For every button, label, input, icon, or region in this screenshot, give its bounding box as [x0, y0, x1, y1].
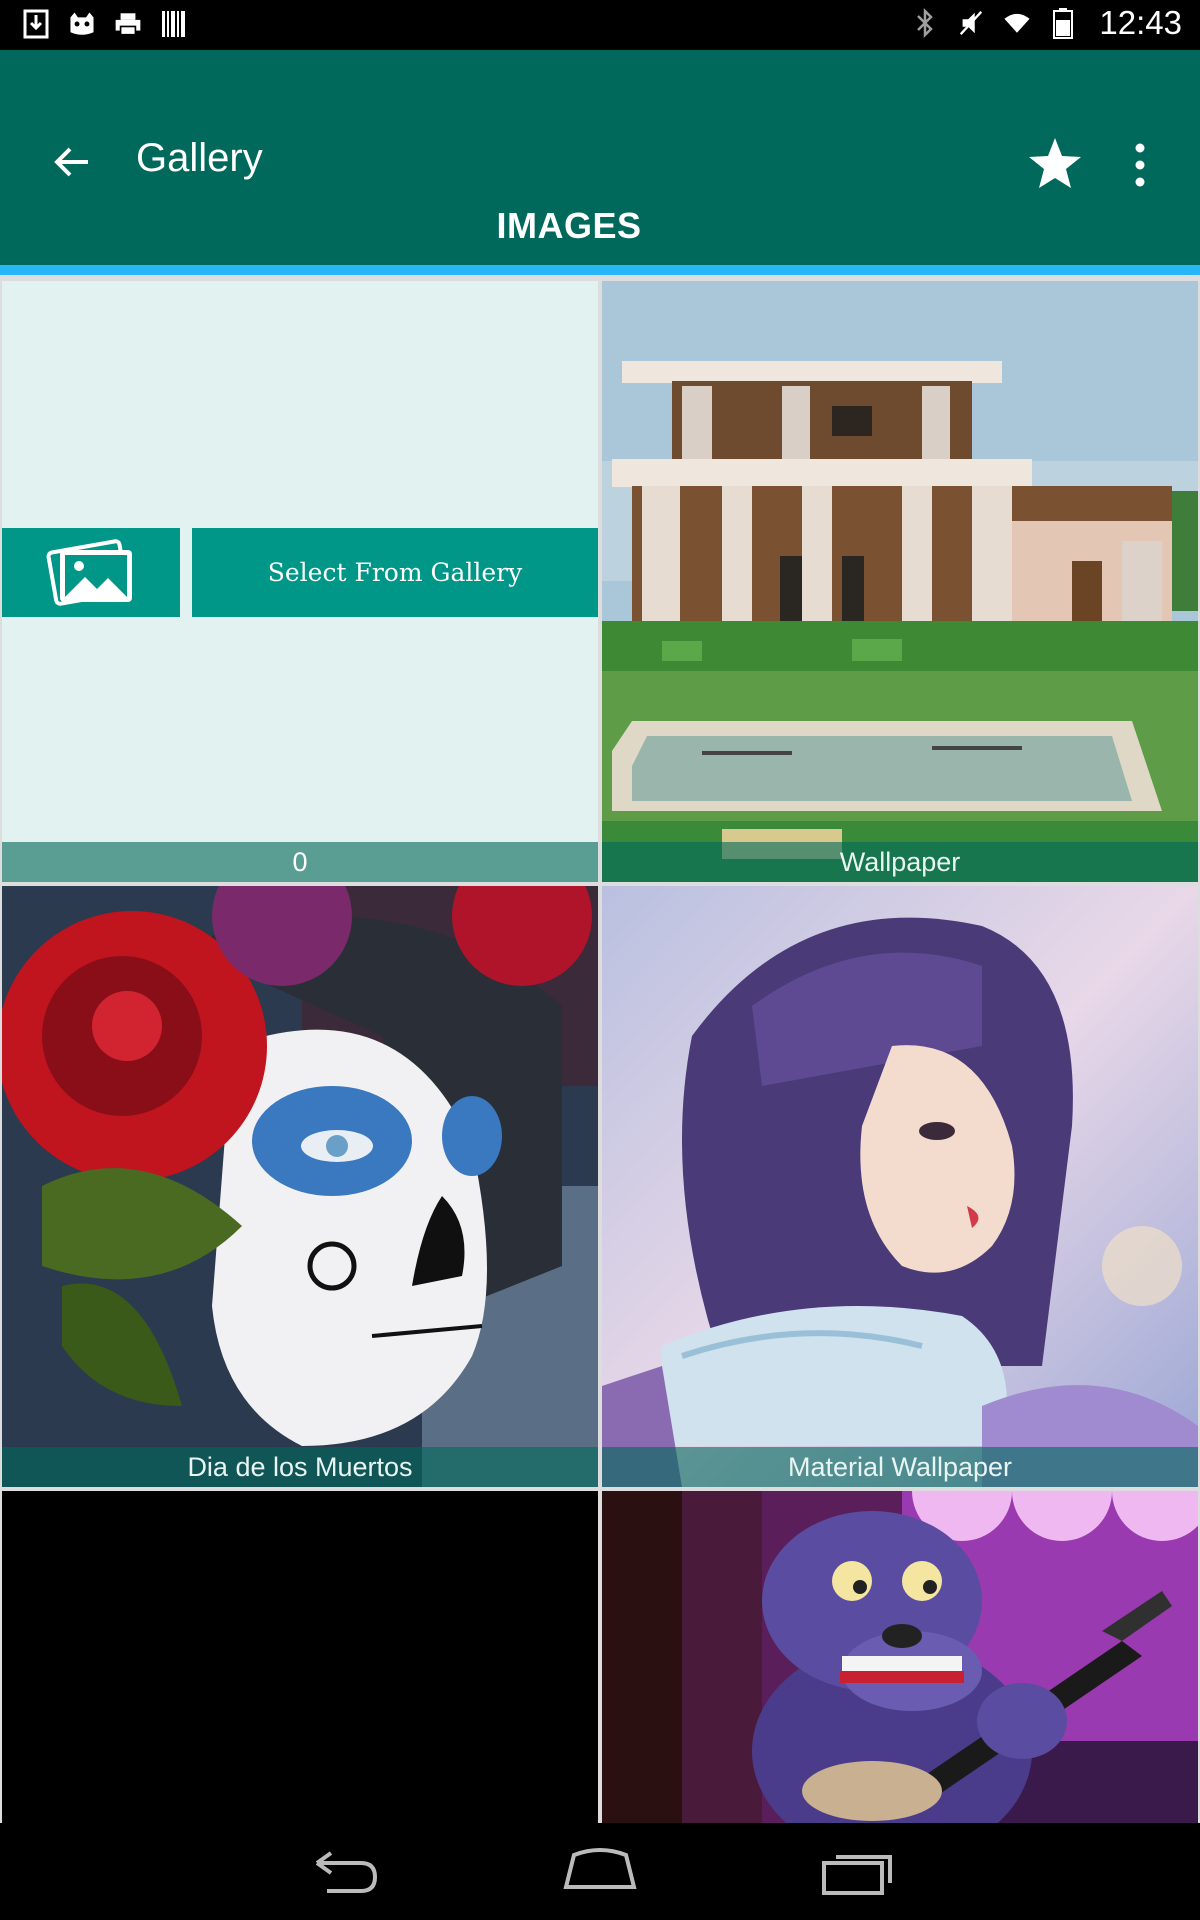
navigation-bar [0, 1823, 1200, 1920]
clock: 12:43 [1099, 4, 1182, 41]
back-arrow-icon[interactable] [48, 138, 98, 188]
printer-icon [114, 8, 142, 40]
gallery-tile-blank[interactable] [2, 1491, 598, 1823]
download-icon [22, 8, 50, 40]
photos-icon [46, 539, 132, 606]
back-icon[interactable] [303, 1843, 383, 1899]
status-bar: 12:43 [0, 0, 1200, 50]
image-grid: Select From Gallery 0 Wallpaper Dia de l… [0, 275, 1200, 1823]
battery-icon [1049, 7, 1077, 39]
tab-indicator [0, 265, 1200, 275]
overflow-menu-icon[interactable] [1126, 140, 1154, 190]
gallery-tile-bear[interactable] [602, 1491, 1198, 1823]
gallery-tile-wallpaper[interactable]: Wallpaper [602, 281, 1198, 882]
tile-caption: 0 [2, 842, 598, 882]
gallery-picker-button[interactable] [2, 528, 180, 617]
animatronic-bear-image [602, 1491, 1198, 1823]
sugar-skull-image [2, 886, 598, 1487]
cat-icon [68, 8, 96, 40]
page-title: Gallery [136, 136, 263, 180]
bluetooth-icon [911, 7, 939, 39]
gallery-tile-dia-de-los-muertos[interactable]: Dia de los Muertos [2, 886, 598, 1487]
girl-portrait-image [602, 886, 1198, 1487]
gallery-tile-material-wallpaper[interactable]: Material Wallpaper [602, 886, 1198, 1487]
select-from-gallery-button[interactable]: Select From Gallery [192, 528, 598, 617]
gallery-tile-select: Select From Gallery 0 [2, 281, 598, 882]
home-icon[interactable] [560, 1843, 640, 1899]
tab-images[interactable]: IMAGES [0, 205, 1138, 253]
wifi-icon [1003, 7, 1031, 39]
recents-icon[interactable] [818, 1843, 898, 1899]
tile-caption: Wallpaper [602, 842, 1198, 882]
vibrate-icon [957, 7, 985, 39]
tile-caption: Material Wallpaper [602, 1447, 1198, 1487]
tile-caption: Dia de los Muertos [2, 1447, 598, 1487]
barcode-icon [160, 8, 188, 40]
favorite-star-icon[interactable] [1026, 135, 1084, 193]
house-wallpaper-image [602, 281, 1198, 882]
